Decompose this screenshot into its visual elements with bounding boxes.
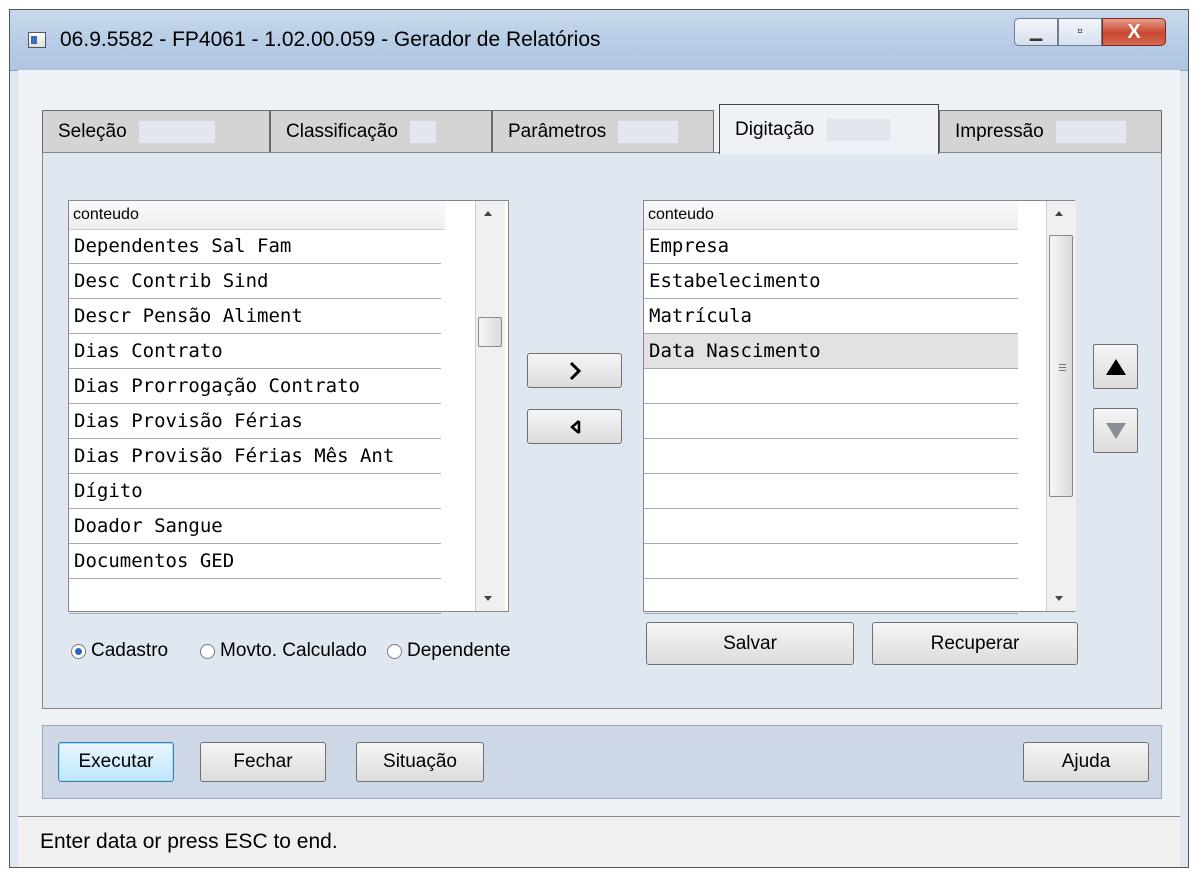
- app-icon: [28, 32, 46, 48]
- close-button[interactable]: X: [1102, 18, 1166, 46]
- salvar-button[interactable]: Salvar: [646, 622, 854, 665]
- chevron-left-icon: [569, 419, 580, 434]
- situacao-button[interactable]: Situação: [356, 742, 484, 782]
- digitacao-panel: conteudo Dependentes Sal Fam Desc Contrib…: [42, 152, 1162, 709]
- window-client-area: Seleção Classificação Parâmetros Digitaç…: [18, 70, 1180, 867]
- move-down-button[interactable]: [1093, 408, 1138, 453]
- scroll-down-icon[interactable]: [1055, 596, 1063, 601]
- minimize-button[interactable]: ▁: [1014, 18, 1058, 46]
- report-generator-window: 06.9.5582 - FP4061 - 1.02.00.059 - Gerad…: [9, 9, 1189, 868]
- move-up-button[interactable]: [1093, 344, 1138, 389]
- list-item[interactable]: [644, 544, 1018, 579]
- ajuda-button[interactable]: Ajuda: [1023, 742, 1149, 782]
- tab-parametros[interactable]: Parâmetros: [492, 110, 714, 152]
- list-item[interactable]: [69, 579, 441, 614]
- radio-indicator[interactable]: [200, 643, 215, 659]
- scroll-up-icon[interactable]: [1055, 211, 1063, 216]
- list-item[interactable]: [644, 579, 1018, 614]
- tab-label: Seleção: [58, 120, 127, 142]
- list-item[interactable]: Documentos GED: [69, 544, 441, 579]
- status-bar: Enter data or press ESC to end.: [18, 816, 1180, 867]
- tab-digitacao[interactable]: Digitação: [719, 104, 939, 154]
- list-item[interactable]: Desc Contrib Sind: [69, 264, 441, 299]
- radio-cadastro[interactable]: Cadastro: [71, 640, 168, 662]
- maximize-icon: ▫: [1077, 23, 1083, 40]
- scrollbar[interactable]: [475, 201, 505, 611]
- list-item[interactable]: [644, 369, 1018, 404]
- list-item[interactable]: Matrícula: [644, 299, 1018, 334]
- list-item[interactable]: Dias Provisão Férias Mês Ant: [69, 439, 441, 474]
- title-bar[interactable]: 06.9.5582 - FP4061 - 1.02.00.059 - Gerad…: [10, 10, 1188, 71]
- list-item[interactable]: Estabelecimento: [644, 264, 1018, 299]
- triangle-down-icon: [1105, 422, 1126, 439]
- available-fields-list[interactable]: conteudo Dependentes Sal Fam Desc Contrib…: [68, 200, 509, 614]
- radio-label: Movto. Calculado: [220, 640, 367, 661]
- scrollbar[interactable]: [1046, 201, 1076, 611]
- tab-label: Classificação: [286, 120, 398, 142]
- radio-label: Cadastro: [91, 640, 169, 661]
- list-header: conteudo: [69, 201, 445, 230]
- radio-indicator[interactable]: [71, 643, 86, 659]
- minimize-icon: ▁: [1029, 24, 1043, 41]
- list-item[interactable]: Dias Contrato: [69, 334, 441, 369]
- window-controls: ▁ ▫ X: [1014, 18, 1166, 48]
- radio-movto-calculado[interactable]: Movto. Calculado: [200, 640, 367, 662]
- list-item[interactable]: [644, 474, 1018, 509]
- tab-label: Parâmetros: [508, 120, 607, 142]
- executar-button[interactable]: Executar: [58, 742, 174, 782]
- radio-dependente[interactable]: Dependente: [387, 640, 511, 662]
- list-header: conteudo: [644, 201, 1018, 230]
- close-icon: X: [1127, 20, 1141, 43]
- tab-classificacao[interactable]: Classificação: [270, 110, 492, 152]
- list-item[interactable]: Dígito: [69, 474, 441, 509]
- action-bar: Executar Fechar Situação Ajuda: [42, 725, 1162, 799]
- list-item[interactable]: Empresa: [644, 229, 1018, 264]
- scroll-up-icon[interactable]: [484, 211, 492, 216]
- tab-impressao[interactable]: Impressão: [939, 110, 1162, 152]
- tab-strip: Seleção Classificação Parâmetros Digitaç…: [42, 104, 1162, 154]
- scroll-thumb[interactable]: [478, 317, 502, 347]
- window-title: 06.9.5582 - FP4061 - 1.02.00.059 - Gerad…: [60, 28, 601, 51]
- selected-fields-list[interactable]: conteudo Empresa Estabelecimento Matrícula…: [643, 200, 1076, 614]
- remove-field-button[interactable]: [527, 409, 622, 444]
- add-field-button[interactable]: [527, 353, 622, 388]
- recuperar-button[interactable]: Recuperar: [872, 622, 1078, 665]
- list-item[interactable]: Data Nascimento: [644, 334, 1018, 369]
- maximize-button[interactable]: ▫: [1058, 18, 1102, 46]
- chevron-right-icon: [569, 361, 581, 380]
- tab-label: Digitação: [735, 118, 815, 140]
- scroll-thumb[interactable]: [1049, 235, 1073, 497]
- list-item[interactable]: Dias Prorrogação Contrato: [69, 369, 441, 404]
- radio-label: Dependente: [407, 640, 511, 661]
- list-item[interactable]: [644, 509, 1018, 544]
- list-item[interactable]: Dependentes Sal Fam: [69, 229, 441, 264]
- list-item[interactable]: Doador Sangue: [69, 509, 441, 544]
- radio-indicator[interactable]: [387, 643, 402, 659]
- tab-selecao[interactable]: Seleção: [42, 110, 270, 152]
- scroll-down-icon[interactable]: [484, 596, 492, 601]
- list-item[interactable]: Dias Provisão Férias: [69, 404, 441, 439]
- triangle-up-icon: [1105, 358, 1126, 375]
- fechar-button[interactable]: Fechar: [200, 742, 326, 782]
- list-item[interactable]: [644, 439, 1018, 474]
- list-item[interactable]: [644, 404, 1018, 439]
- tab-label: Impressão: [955, 120, 1044, 142]
- list-item[interactable]: Descr Pensão Aliment: [69, 299, 441, 334]
